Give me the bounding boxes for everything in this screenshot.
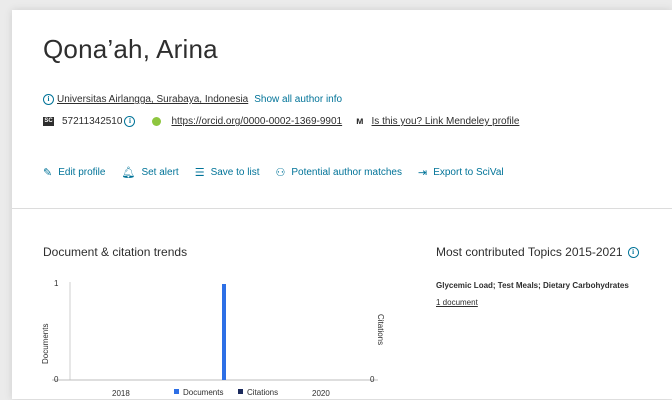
affiliation-link[interactable]: Universitas Airlangga, Surabaya, Indones… xyxy=(57,94,248,105)
document-citation-chart: 1 0 Documents 0 Citations 2018 2020 Docu… xyxy=(41,279,385,398)
pencil-icon: ✎ xyxy=(43,167,53,179)
info-icon[interactable]: i xyxy=(43,94,54,105)
topic-name[interactable]: Glycemic Load; Test Meals; Dietary Carbo… xyxy=(436,281,629,290)
legend-documents-swatch xyxy=(174,389,179,394)
left-tick-1: 1 xyxy=(54,279,59,288)
set-alert-button[interactable]: 🔔︎ Set alert xyxy=(121,166,178,179)
scopus-id: 57211342510 xyxy=(62,116,123,127)
mendeley-link[interactable]: Is this you? Link Mendeley profile xyxy=(372,116,520,127)
info-icon[interactable]: i xyxy=(627,246,639,258)
list-icon: ☰ xyxy=(194,167,205,179)
author-name: Qona’ah, Arina xyxy=(43,34,218,64)
author-profile-card: Qona’ah, Arina i Universitas Airlangga, … xyxy=(12,10,672,399)
topics-title-text: Most contributed Topics 2015-2021 xyxy=(436,245,623,259)
left-tick-0: 0 xyxy=(54,375,59,384)
right-tick-0: 0 xyxy=(370,375,375,384)
affiliation-row: i Universitas Airlangga, Surabaya, Indon… xyxy=(43,94,342,105)
export-to-scival-button[interactable]: ⇥ Export to SciVal xyxy=(418,166,504,179)
x-tick-2020: 2020 xyxy=(312,389,330,398)
info-icon[interactable]: i xyxy=(124,116,136,127)
save-to-list-label: Save to list xyxy=(210,167,260,178)
edit-profile-button[interactable]: ✎ Edit profile xyxy=(43,166,105,179)
bar-documents-2019 xyxy=(222,284,226,380)
identifier-row: SC 57211342510 i https://orcid.org/0000-… xyxy=(43,116,519,127)
topics-title: Most contributed Topics 2015-2021 i xyxy=(436,245,642,259)
save-to-list-button[interactable]: ☰ Save to list xyxy=(195,166,260,179)
orcid-link[interactable]: https://orcid.org/0000-0002-1369-9901 xyxy=(171,116,342,127)
section-divider xyxy=(12,208,672,209)
legend-citations-swatch xyxy=(238,389,243,394)
legend-citations-label: Citations xyxy=(247,388,278,397)
profile-toolbar: ✎ Edit profile 🔔︎ Set alert ☰ Save to li… xyxy=(43,166,520,179)
left-axis-label: Documents xyxy=(41,324,50,364)
edit-profile-label: Edit profile xyxy=(58,167,106,178)
export-scival-label: Export to SciVal xyxy=(433,167,504,178)
people-icon: ⚇ xyxy=(275,167,286,179)
legend-documents-label: Documents xyxy=(183,388,223,397)
show-all-author-info-link[interactable]: Show all author info xyxy=(254,94,342,105)
mendeley-icon: ᴍ xyxy=(356,116,364,127)
scopus-icon: SC xyxy=(43,117,54,126)
export-icon: ⇥ xyxy=(417,167,428,179)
potential-author-matches-button[interactable]: ⚇ Potential author matches xyxy=(275,166,402,179)
set-alert-label: Set alert xyxy=(141,167,179,178)
orcid-icon xyxy=(152,117,162,126)
trends-title: Document & citation trends xyxy=(43,245,188,259)
x-tick-2018: 2018 xyxy=(112,389,130,398)
topic-document-count-link[interactable]: 1 document xyxy=(436,298,478,307)
right-axis-label: Citations xyxy=(376,314,385,345)
bell-icon: 🔔︎ xyxy=(121,167,136,179)
potential-matches-label: Potential author matches xyxy=(291,167,402,178)
